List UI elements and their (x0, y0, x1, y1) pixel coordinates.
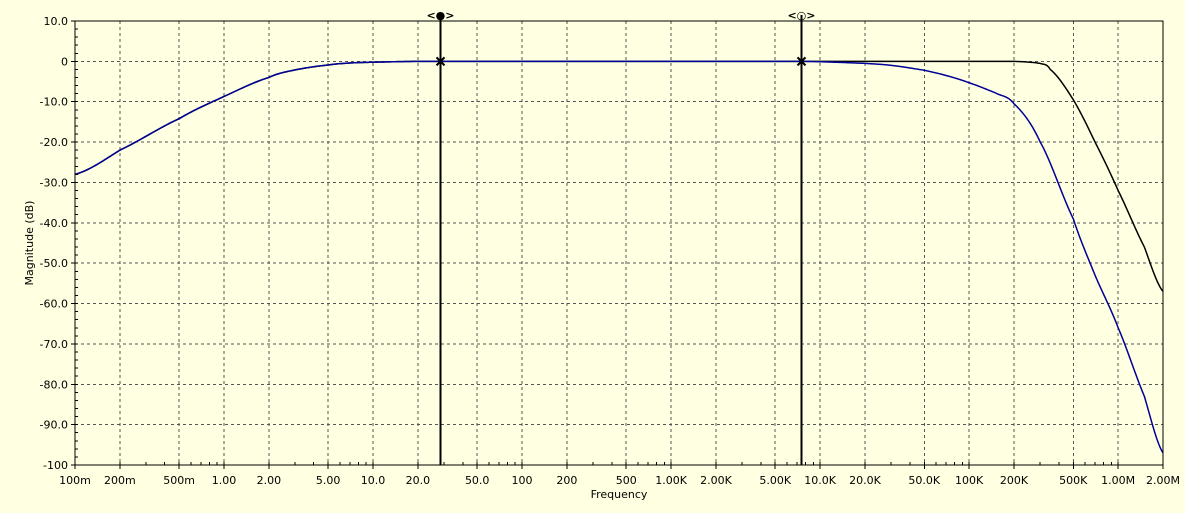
x-tick-label: 200 (556, 474, 577, 487)
x-tick-label: 1.00K (655, 474, 687, 487)
x-tick-label: 50.0 (465, 474, 490, 487)
x-tick-label: 200m (104, 474, 136, 487)
x-tick-label: 5.00 (316, 474, 341, 487)
y-tick-label: -10.0 (40, 96, 68, 109)
x-tick-label: 500K (1059, 474, 1088, 487)
x-tick-label: 2.00M (1146, 474, 1180, 487)
bode-magnitude-chart: <●> <○> 100m 200m 500m 1.00 2.00 5.00 10.0 20.0 5… (23, 9, 1180, 501)
y-tick-label: 0 (61, 55, 68, 68)
x-tick-label: 100 (512, 474, 533, 487)
y-tick-label: -50.0 (40, 257, 68, 270)
cursor-label-1[interactable]: <●> (426, 9, 454, 22)
y-tick-label: -90.0 (40, 419, 68, 432)
y-tick-label: -30.0 (40, 176, 68, 189)
x-tick-label: 20.0K (849, 474, 881, 487)
y-tick-label: 10.0 (44, 15, 69, 28)
x-tick-label: 5.00K (759, 474, 791, 487)
y-tick-label: -60.0 (40, 298, 68, 311)
x-tick-label: 2.00K (700, 474, 732, 487)
y-tick-label: -70.0 (40, 338, 68, 351)
x-tick-label: 500m (163, 474, 195, 487)
x-tick-label: 10.0 (361, 474, 386, 487)
y-tick-label: -40.0 (40, 217, 68, 230)
y-tick-label: -80.0 (40, 378, 68, 391)
x-tick-label: 100K (955, 474, 984, 487)
plot-area (75, 21, 1163, 465)
x-tick-label: 100m (59, 474, 91, 487)
x-tick-label: 2.00 (257, 474, 282, 487)
x-tick-label: 200K (1000, 474, 1029, 487)
x-tick-label: 1.00 (212, 474, 237, 487)
x-tick-label: 1.00M (1101, 474, 1135, 487)
x-tick-label: 500 (616, 474, 637, 487)
x-axis-label: Frequency (591, 488, 648, 501)
y-axis-label: Magnitude (dB) (23, 201, 36, 286)
x-tick-label: 20.0 (406, 474, 431, 487)
x-tick-label: 50.0K (908, 474, 940, 487)
y-tick-label: -100 (43, 459, 68, 472)
x-tick-label: 10.0K (804, 474, 836, 487)
y-tick-label: -20.0 (40, 136, 68, 149)
cursor-label-2[interactable]: <○> (787, 9, 815, 22)
